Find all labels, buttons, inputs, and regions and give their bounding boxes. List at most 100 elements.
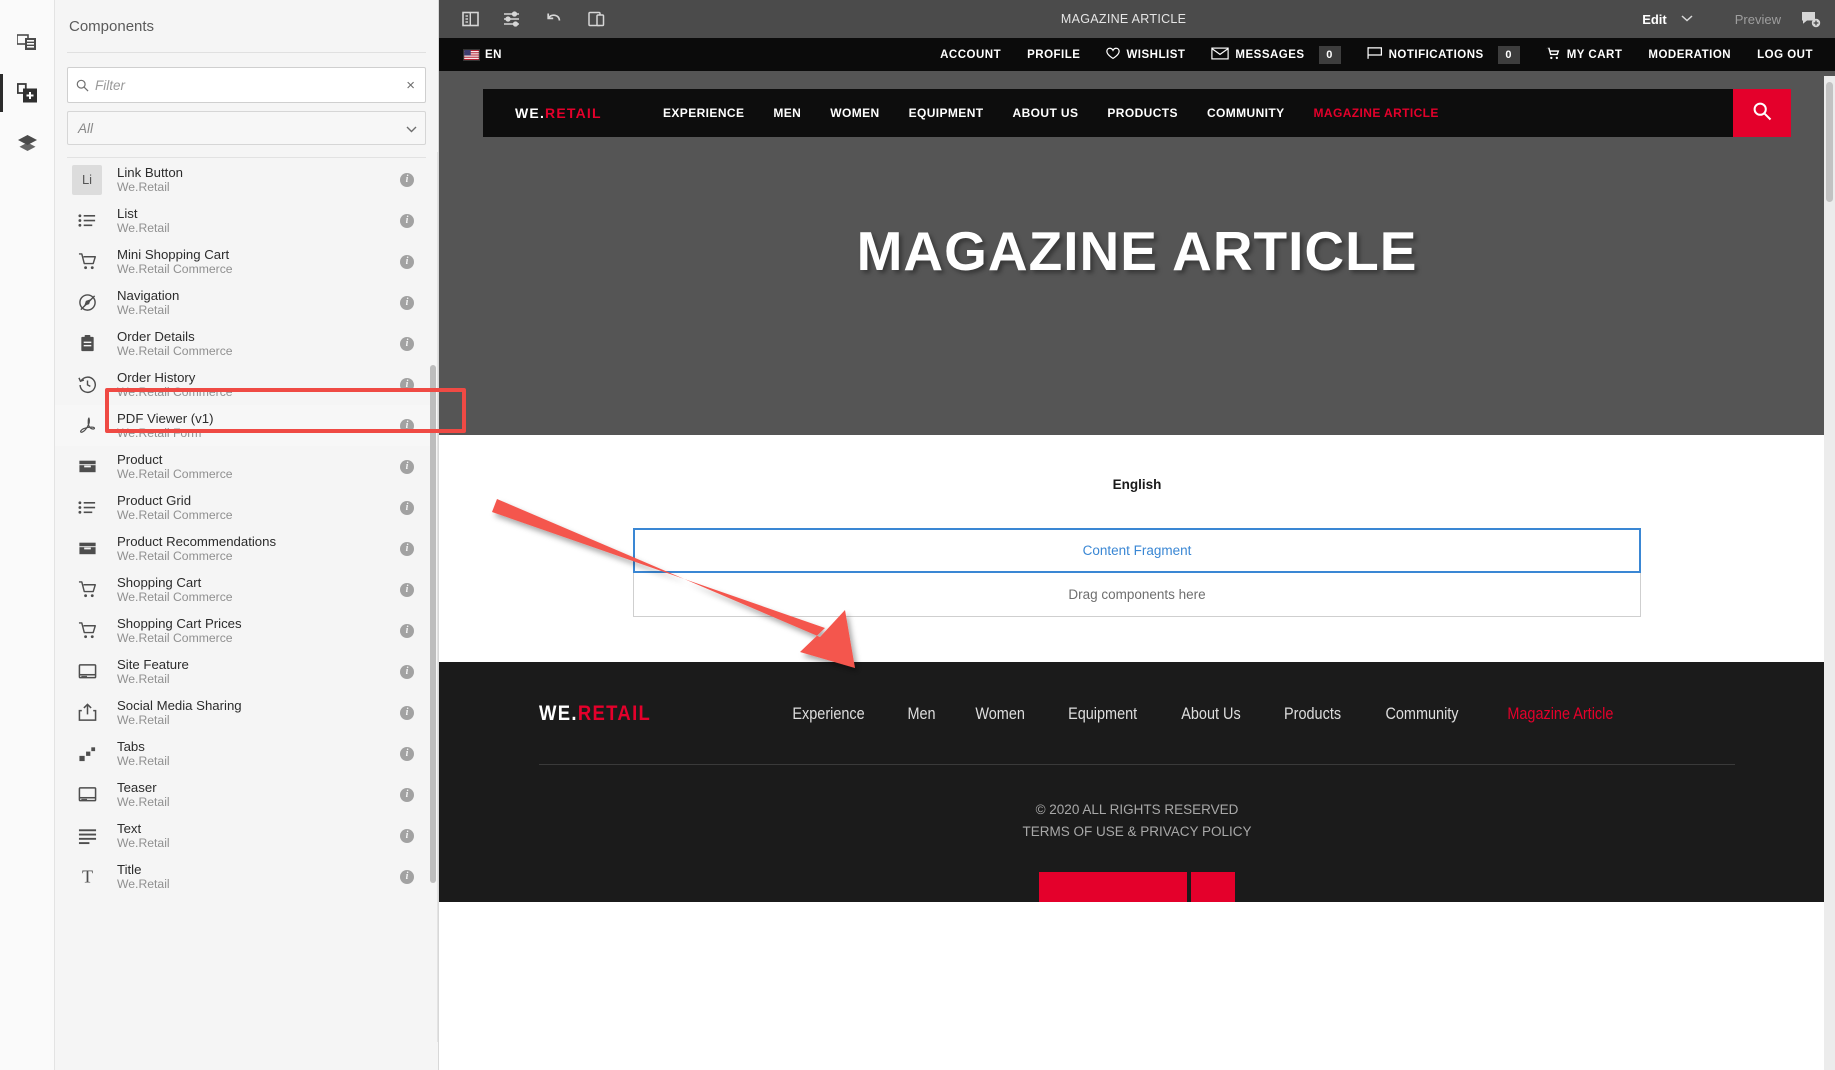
- filter-box[interactable]: ×: [67, 67, 426, 103]
- info-icon[interactable]: i: [400, 418, 414, 433]
- info-icon[interactable]: i: [400, 828, 414, 843]
- chevron-down-icon[interactable]: [1675, 13, 1715, 25]
- footer-red-button[interactable]: [1191, 872, 1235, 903]
- info-icon[interactable]: i: [400, 459, 414, 474]
- footer-logo[interactable]: WE.RETAIL: [539, 702, 651, 726]
- footer-nav-link[interactable]: Equipment: [1068, 704, 1137, 724]
- site-nav-link[interactable]: EXPERIENCE: [663, 106, 744, 120]
- component-label-group: Mini Shopping Cart We.Retail Commerce: [107, 247, 400, 277]
- info-icon[interactable]: i: [400, 377, 414, 392]
- info-icon[interactable]: i: [400, 172, 414, 187]
- utility-link[interactable]: WISHLIST: [1106, 47, 1185, 63]
- footer-nav-link[interactable]: Products: [1284, 704, 1341, 724]
- content-fragment-placeholder[interactable]: Content Fragment: [633, 528, 1641, 573]
- component-list-item[interactable]: Site Feature We.Retail i: [55, 651, 438, 692]
- footer-red-field[interactable]: [1039, 872, 1187, 903]
- clear-filter-icon[interactable]: ×: [404, 78, 417, 93]
- site-nav-link[interactable]: WOMEN: [830, 106, 879, 120]
- drag-components-placeholder[interactable]: Drag components here: [633, 573, 1641, 617]
- component-name: Mini Shopping Cart: [117, 246, 230, 262]
- component-list-item[interactable]: Text We.Retail i: [55, 815, 438, 856]
- component-list-item[interactable]: Product Grid We.Retail Commerce i: [55, 487, 438, 528]
- component-list-item[interactable]: Order History We.Retail Commerce i: [55, 364, 438, 405]
- filter-input[interactable]: [95, 77, 405, 93]
- component-list-item[interactable]: Navigation We.Retail i: [55, 282, 438, 323]
- utility-link[interactable]: MODERATION: [1648, 49, 1731, 61]
- info-icon[interactable]: i: [400, 705, 414, 720]
- footer-nav-link[interactable]: About Us: [1181, 704, 1240, 724]
- utility-link[interactable]: NOTIFICATIONS 0: [1367, 45, 1520, 64]
- component-list-item[interactable]: Product Recommendations We.Retail Commer…: [55, 528, 438, 569]
- info-icon[interactable]: i: [400, 787, 414, 802]
- site-nav-link[interactable]: PRODUCTS: [1107, 106, 1178, 120]
- layers-icon[interactable]: [0, 118, 55, 168]
- site-nav-link[interactable]: MAGAZINE ARTICLE: [1314, 106, 1439, 120]
- info-icon[interactable]: i: [400, 869, 414, 884]
- utility-link-label: MESSAGES: [1235, 48, 1305, 61]
- share-icon: [67, 698, 107, 728]
- component-list-item[interactable]: Social Media Sharing We.Retail i: [55, 692, 438, 733]
- utility-link-label: MY CART: [1566, 48, 1623, 61]
- info-icon[interactable]: i: [400, 336, 414, 351]
- component-list-item[interactable]: Shopping Cart We.Retail Commerce i: [55, 569, 438, 610]
- assets-icon[interactable]: [0, 18, 55, 68]
- utility-link[interactable]: MESSAGES 0: [1211, 45, 1341, 64]
- device-emulator-icon[interactable]: [575, 0, 617, 38]
- side-panel-icon[interactable]: [449, 0, 491, 38]
- info-icon[interactable]: i: [400, 254, 414, 269]
- utility-link[interactable]: MY CART: [1545, 47, 1623, 63]
- page-properties-icon[interactable]: [491, 0, 533, 38]
- utility-link[interactable]: LOG OUT: [1757, 49, 1813, 61]
- component-list-item[interactable]: Li Link Button We.Retail i: [55, 159, 438, 200]
- site-nav-link[interactable]: ABOUT US: [1013, 106, 1079, 120]
- list-icon: [67, 206, 107, 236]
- annotate-icon[interactable]: [1801, 11, 1827, 28]
- component-group-select[interactable]: All: [67, 111, 426, 145]
- site-logo[interactable]: WE.RETAIL: [483, 105, 663, 121]
- info-icon[interactable]: i: [400, 500, 414, 515]
- component-list-item[interactable]: PDF Viewer (v1) We.Retail Form i: [55, 405, 438, 446]
- search-button[interactable]: [1733, 89, 1791, 137]
- canvas-scrollbar-thumb[interactable]: [1826, 82, 1833, 202]
- footer-nav-link[interactable]: Magazine Article: [1507, 704, 1613, 724]
- component-label-group: PDF Viewer (v1) We.Retail Form: [107, 411, 400, 441]
- edit-mode-button[interactable]: Edit: [1630, 12, 1675, 27]
- footer-nav-link[interactable]: Experience: [793, 704, 865, 724]
- info-icon[interactable]: i: [400, 746, 414, 761]
- language-selector[interactable]: EN: [463, 48, 502, 61]
- component-list-item[interactable]: Tabs We.Retail i: [55, 733, 438, 774]
- components-scrollbar[interactable]: [430, 365, 436, 883]
- component-list-item[interactable]: Order Details We.Retail Commerce i: [55, 323, 438, 364]
- preview-button[interactable]: Preview: [1715, 12, 1801, 27]
- info-icon[interactable]: i: [400, 213, 414, 228]
- footer-nav-link[interactable]: Community: [1386, 704, 1459, 724]
- info-icon[interactable]: i: [400, 295, 414, 310]
- component-list-item[interactable]: List We.Retail i: [55, 200, 438, 241]
- info-icon[interactable]: i: [400, 582, 414, 597]
- component-group: We.Retail: [117, 221, 170, 236]
- utility-link[interactable]: PROFILE: [1027, 49, 1080, 61]
- component-list-item[interactable]: Shopping Cart Prices We.Retail Commerce …: [55, 610, 438, 651]
- info-icon[interactable]: i: [400, 623, 414, 638]
- footer-brand-primary: WE.: [539, 702, 578, 725]
- utility-link[interactable]: ACCOUNT: [940, 49, 1001, 61]
- component-list-item[interactable]: T Title We.Retail i: [55, 856, 438, 897]
- component-list-item[interactable]: Mini Shopping Cart We.Retail Commerce i: [55, 241, 438, 282]
- component-list[interactable]: Li Link Button We.Retail i List We.Retai…: [55, 158, 438, 1070]
- component-label-group: Social Media Sharing We.Retail: [107, 698, 400, 728]
- info-icon[interactable]: i: [400, 664, 414, 679]
- component-list-item[interactable]: Product We.Retail Commerce i: [55, 446, 438, 487]
- components-icon[interactable]: [0, 68, 55, 118]
- footer-nav-link[interactable]: Women: [975, 704, 1025, 724]
- undo-icon[interactable]: [533, 0, 575, 38]
- info-icon[interactable]: i: [400, 541, 414, 556]
- component-list-item[interactable]: Teaser We.Retail i: [55, 774, 438, 815]
- site-nav-link[interactable]: EQUIPMENT: [909, 106, 984, 120]
- editor-area: MAGAZINE ARTICLE Edit Preview EN ACCOUNT…: [439, 0, 1835, 1070]
- site-nav-link[interactable]: COMMUNITY: [1207, 106, 1285, 120]
- site-nav-link[interactable]: MEN: [773, 106, 801, 120]
- component-group: We.Retail Commerce: [117, 549, 233, 564]
- terms-link[interactable]: TERMS OF USE & PRIVACY POLICY: [439, 821, 1835, 843]
- footer-nav-link[interactable]: Men: [907, 704, 935, 724]
- component-group: We.Retail Commerce: [117, 631, 233, 646]
